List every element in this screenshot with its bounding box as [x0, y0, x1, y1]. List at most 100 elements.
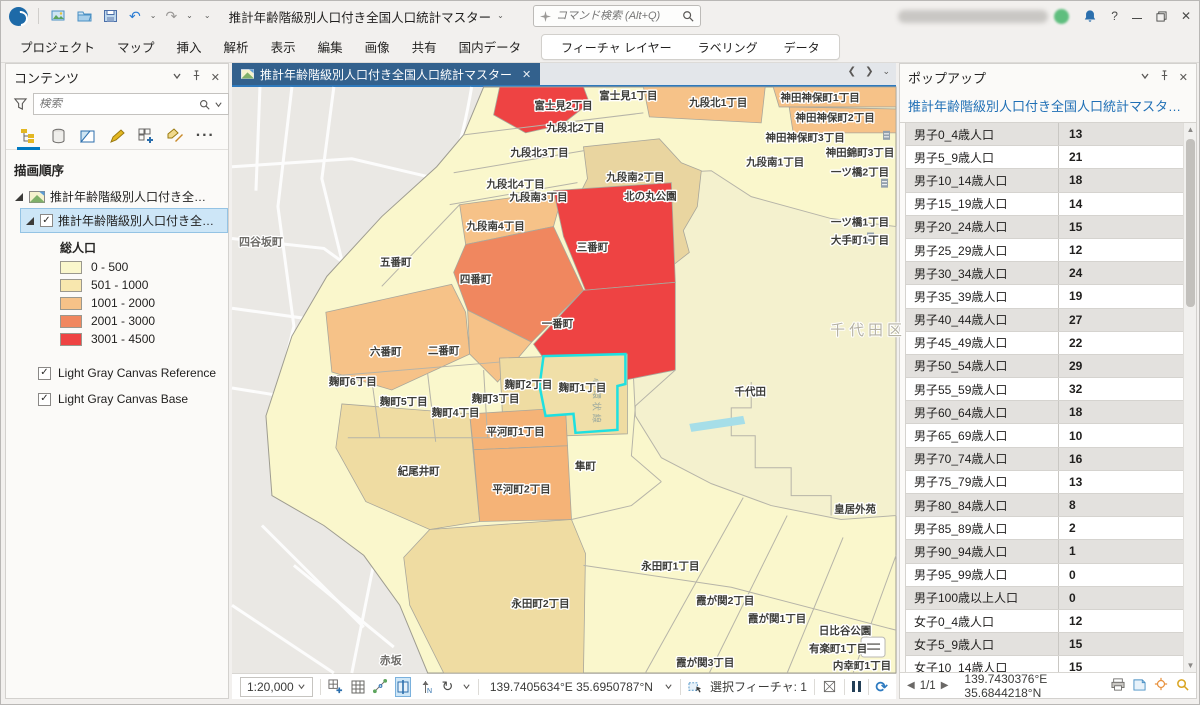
base-layer-item[interactable]: ✓ Light Gray Canvas Base	[6, 386, 228, 412]
ribbon-tab-国内データ[interactable]: 国内データ	[448, 32, 533, 61]
snapping-toggle-button[interactable]	[395, 677, 411, 697]
zoom-to-feature-icon[interactable]	[1154, 677, 1168, 694]
popup-row[interactable]: 女子0_4歳人口12	[906, 610, 1183, 633]
list-by-snapping-button[interactable]	[134, 123, 159, 149]
ribbon-tab-マップ[interactable]: マップ	[106, 32, 166, 61]
undo-button[interactable]: ↶	[127, 5, 143, 27]
restore-button[interactable]	[1156, 11, 1167, 22]
popup-row[interactable]: 男子25_29歳人口12	[906, 239, 1183, 262]
list-by-data-source-button[interactable]	[45, 123, 70, 149]
close-tab-icon[interactable]: ✕	[522, 68, 531, 81]
chevron-down-icon[interactable]	[664, 682, 673, 691]
popup-row[interactable]: 男子75_79歳人口13	[906, 471, 1183, 494]
selection-tool-icon[interactable]	[688, 677, 703, 697]
grid-button[interactable]	[350, 677, 365, 697]
ribbon-tab-共有[interactable]: 共有	[401, 32, 448, 61]
refresh-button[interactable]: ⟳	[875, 678, 888, 696]
close-pane-icon[interactable]: ✕	[1179, 71, 1188, 84]
popup-row[interactable]: 男子100歳以上人口0	[906, 587, 1183, 610]
pin-icon[interactable]	[191, 68, 202, 86]
customize-toolbar-chevron-icon[interactable]: ⌄	[204, 12, 211, 20]
tab-scroll-right-icon[interactable]: ❯	[865, 66, 873, 77]
minimize-button[interactable]	[1132, 14, 1142, 19]
close-button[interactable]: ✕	[1181, 9, 1191, 23]
tab-scroll-left-icon[interactable]: ❮	[848, 66, 856, 77]
save-image-button[interactable]	[49, 5, 68, 27]
pane-menu-chevron-icon[interactable]	[1140, 68, 1150, 86]
popup-row[interactable]: 女子10_14歳人口15	[906, 656, 1183, 672]
filter-icon[interactable]	[14, 98, 27, 111]
help-button[interactable]: ?	[1111, 9, 1118, 23]
map-tree-item[interactable]: 推計年齢階級別人口付き全国人口...	[6, 185, 228, 208]
pin-icon[interactable]	[1159, 68, 1170, 86]
north-arrow-button[interactable]: N	[418, 677, 433, 697]
expand-triangle-icon[interactable]	[15, 193, 23, 201]
pane-menu-chevron-icon[interactable]	[172, 68, 182, 86]
pause-drawing-button[interactable]	[852, 681, 861, 692]
contents-search-input[interactable]	[39, 98, 195, 110]
contextual-tab-データ[interactable]: データ	[771, 39, 833, 56]
notifications-button[interactable]	[1083, 9, 1097, 23]
popup-row[interactable]: 女子5_9歳人口15	[906, 633, 1183, 656]
popup-feature-link[interactable]: 推計年齢階級別人口付き全国人口統計マスター -...	[900, 90, 1196, 123]
avatar[interactable]	[1054, 9, 1069, 24]
layer-visibility-checkbox[interactable]: ✓	[40, 214, 53, 227]
popup-row[interactable]: 男子45_49歳人口22	[906, 332, 1183, 355]
project-title-chevron-icon[interactable]: ⌄	[497, 12, 504, 20]
scale-combo[interactable]: 1:20,000	[240, 677, 313, 697]
scroll-down-icon[interactable]: ▼	[1186, 661, 1195, 670]
layer-visibility-checkbox[interactable]: ✓	[38, 367, 51, 380]
print-icon[interactable]	[1111, 678, 1125, 694]
more-options-button[interactable]: ···	[193, 123, 218, 149]
rotate-button[interactable]: ↻	[440, 677, 455, 697]
popup-row[interactable]: 男子85_89歳人口2	[906, 517, 1183, 540]
popup-row[interactable]: 男子65_69歳人口10	[906, 424, 1183, 447]
popup-row[interactable]: 男子10_14歳人口18	[906, 169, 1183, 192]
ribbon-tab-挿入[interactable]: 挿入	[166, 32, 213, 61]
grid-add-button[interactable]	[328, 677, 343, 697]
ribbon-tab-解析[interactable]: 解析	[213, 32, 260, 61]
popup-row[interactable]: 男子20_24歳人口15	[906, 216, 1183, 239]
list-by-labeling-button[interactable]	[163, 123, 188, 149]
popup-row[interactable]: 男子50_54歳人口29	[906, 355, 1183, 378]
popup-row[interactable]: 男子30_34歳人口24	[906, 262, 1183, 285]
expand-triangle-icon[interactable]	[26, 217, 34, 225]
list-by-drawing-order-button[interactable]	[16, 123, 41, 149]
list-by-editing-button[interactable]	[104, 123, 129, 149]
popup-row[interactable]: 男子5_9歳人口21	[906, 146, 1183, 169]
undo-dropdown-chevron-icon[interactable]: ⌄	[150, 12, 157, 20]
reference-layer-item[interactable]: ✓ Light Gray Canvas Reference	[6, 360, 228, 386]
search-feature-icon[interactable]	[1176, 678, 1189, 694]
popup-scrollbar[interactable]: ▲ ▼	[1183, 123, 1196, 672]
layer-visibility-checkbox[interactable]: ✓	[38, 393, 51, 406]
popup-row[interactable]: 男子90_94歳人口1	[906, 540, 1183, 563]
map-coordinates[interactable]: 139.7405634°E 35.6950787°N	[490, 680, 653, 694]
popup-row[interactable]: 男子55_59歳人口32	[906, 378, 1183, 401]
snapping-dots-button[interactable]	[373, 677, 388, 697]
tab-list-chevron-icon[interactable]: ⌄	[882, 66, 890, 77]
popup-row[interactable]: 男子80_84歳人口8	[906, 494, 1183, 517]
ribbon-tab-表示[interactable]: 表示	[260, 32, 307, 61]
command-search[interactable]	[533, 5, 701, 27]
chevron-down-icon[interactable]	[462, 682, 471, 691]
contents-search[interactable]	[33, 93, 229, 115]
popup-row[interactable]: 男子35_39歳人口19	[906, 285, 1183, 308]
open-project-button[interactable]	[75, 5, 94, 27]
spatial-constraint-icon[interactable]	[822, 677, 837, 697]
popup-row[interactable]: 男子0_4歳人口13	[906, 123, 1183, 146]
ribbon-tab-画像[interactable]: 画像	[354, 32, 401, 61]
ribbon-tab-編集[interactable]: 編集	[307, 32, 354, 61]
popup-row[interactable]: 男子60_64歳人口18	[906, 401, 1183, 424]
scroll-up-icon[interactable]: ▲	[1186, 125, 1195, 134]
prev-feature-icon[interactable]: ◀	[907, 680, 915, 691]
close-pane-icon[interactable]: ✕	[211, 71, 220, 84]
contextual-tab-ラベリング[interactable]: ラベリング	[685, 39, 771, 56]
command-search-input[interactable]	[556, 10, 677, 22]
map-canvas[interactable]: 心環状線 富士見2丁目富士見1丁目九段北1丁目神田神保町1丁目神田神保町2丁目神…	[232, 85, 896, 673]
redo-button[interactable]: ↷	[163, 5, 179, 27]
scrollbar-thumb[interactable]	[1186, 139, 1195, 307]
chevron-down-icon[interactable]	[214, 100, 223, 109]
popup-row[interactable]: 男子15_19歳人口14	[906, 193, 1183, 216]
list-by-selection-button[interactable]	[75, 123, 100, 149]
ribbon-tab-プロジェクト[interactable]: プロジェクト	[9, 32, 106, 61]
